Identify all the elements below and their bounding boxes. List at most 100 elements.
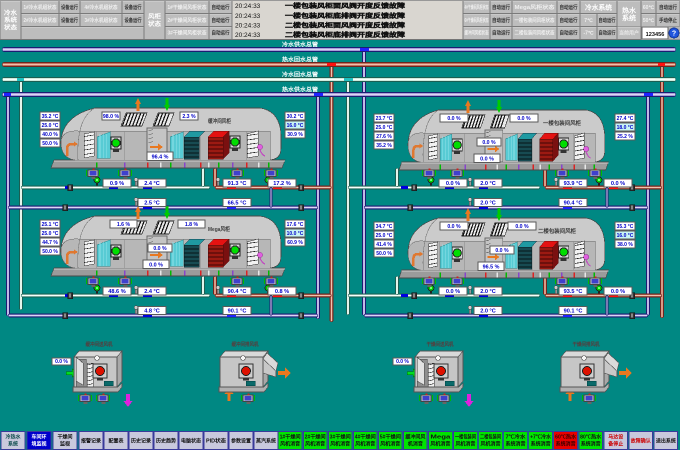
svg-text:123456: 123456 [646, 32, 665, 38]
svg-text:自动运行: 自动运行 [492, 4, 510, 11]
svg-text:手动停止: 手动停止 [659, 17, 677, 24]
svg-text:自动运行: 自动运行 [212, 30, 230, 37]
svg-text:一楼包装间: 一楼包装间 [455, 434, 476, 441]
svg-text:冷热水: 冷热水 [6, 434, 22, 441]
svg-text:16.0 °C: 16.0 °C [617, 233, 634, 239]
svg-text:98.0 %: 98.0 % [103, 114, 120, 120]
svg-text:状态: 状态 [148, 20, 161, 28]
svg-text:设备运行: 设备运行 [125, 4, 142, 11]
svg-text:缓冲间送风机: 缓冲间送风机 [86, 341, 113, 348]
svg-text:27.4 °C: 27.4 °C [617, 116, 634, 122]
svg-text:7℃冷水: 7℃冷水 [506, 434, 527, 441]
svg-text:系统: 系统 [622, 13, 637, 22]
svg-text:90.4 °C: 90.4 °C [228, 289, 247, 295]
svg-text:0.0 %: 0.0 % [480, 157, 494, 163]
svg-text:90.1 °C: 90.1 °C [228, 309, 247, 315]
svg-text:当前用户: 当前用户 [619, 30, 639, 37]
svg-text:二楼包装间风柜: 二楼包装间风柜 [538, 227, 576, 235]
svg-text:设备运行: 设备运行 [61, 17, 78, 24]
svg-text:系统消音: 系统消音 [531, 441, 551, 448]
svg-text:蒸汽系统: 蒸汽系统 [256, 437, 276, 444]
svg-text:备停止: 备停止 [607, 441, 623, 448]
svg-text:自动运行: 自动运行 [560, 4, 578, 11]
svg-text:0.0 %: 0.0 % [517, 116, 531, 122]
svg-text:2.0 °C: 2.0 °C [480, 309, 496, 315]
svg-text:0.0 %: 0.0 % [447, 116, 461, 122]
svg-text:27.6 %: 27.6 % [376, 134, 392, 140]
svg-text:缓冲间风: 缓冲间风 [405, 434, 425, 441]
svg-text:2#干燥间风柜状态: 2#干燥间风柜状态 [168, 17, 207, 24]
svg-text:境监视: 境监视 [32, 441, 47, 448]
svg-text:PID状态: PID状态 [206, 437, 226, 444]
svg-text:35.2 °C: 35.2 °C [42, 114, 59, 120]
svg-text:风机消音: 风机消音 [355, 441, 375, 448]
svg-text:2.4 °C: 2.4 °C [144, 289, 160, 295]
svg-text:冷水: 冷水 [4, 9, 18, 17]
svg-text:0.0 %: 0.0 % [55, 359, 68, 365]
svg-text:系统消音: 系统消音 [581, 441, 601, 448]
svg-text:0.0 %: 0.0 % [611, 289, 625, 295]
svg-text:2#干燥间: 2#干燥间 [305, 434, 326, 441]
svg-text:系统: 系统 [8, 441, 18, 448]
svg-text:3#冷水机组状态: 3#冷水机组状态 [85, 17, 118, 24]
svg-text:2.0 °C: 2.0 °C [480, 201, 496, 207]
svg-text:10.0 °C: 10.0 °C [287, 231, 304, 237]
svg-text:自动运行: 自动运行 [492, 30, 510, 37]
svg-text:?: ? [672, 31, 676, 38]
svg-text:历史记录: 历史记录 [131, 437, 151, 444]
svg-text:60.9 %: 60.9 % [287, 240, 303, 246]
svg-text:18.0 °C: 18.0 °C [617, 125, 634, 131]
svg-text:66.5 °C: 66.5 °C [228, 201, 247, 207]
svg-text:2.3 %: 2.3 % [182, 114, 196, 120]
svg-text:热水: 热水 [622, 5, 637, 14]
svg-text:40.0 %: 40.0 % [42, 132, 58, 138]
svg-text:93.5 °C: 93.5 °C [564, 289, 583, 295]
svg-text:干燥间: 干燥间 [58, 434, 73, 441]
svg-text:干燥间排风机: 干燥间排风机 [573, 341, 600, 348]
svg-text:0.8 %: 0.8 % [275, 289, 289, 295]
svg-text:自动运行: 自动运行 [599, 30, 616, 37]
svg-text:二楼包装风柜底排阀开度反馈故障: 二楼包装风柜底排阀开度反馈故障 [285, 31, 405, 39]
svg-text:50.0 %: 50.0 % [42, 249, 58, 255]
svg-text:0.0 %: 0.0 % [515, 224, 529, 230]
svg-text:4#干燥间风柜状态: 4#干燥间风柜状态 [465, 4, 489, 11]
svg-text:34.7 °C: 34.7 °C [376, 224, 393, 230]
svg-text:机消音: 机消音 [407, 441, 423, 448]
svg-text:2.0 °C: 2.0 °C [480, 181, 496, 187]
svg-text:25.0 °C: 25.0 °C [376, 233, 393, 239]
svg-text:Mega风柜状态: Mega风柜状态 [515, 4, 555, 11]
svg-text:1#干燥间风柜状态: 1#干燥间风柜状态 [168, 4, 207, 11]
svg-text:缓冲间风柜状态: 缓冲间风柜状态 [465, 30, 489, 37]
svg-text:设备运行: 设备运行 [61, 4, 78, 11]
svg-text:0.0 %: 0.0 % [482, 140, 496, 146]
svg-text:20:24:33: 20:24:33 [235, 22, 261, 29]
svg-text:状态: 状态 [4, 23, 17, 31]
svg-text:二楼包装间: 二楼包装间 [480, 434, 501, 441]
svg-text:0.0 %: 0.0 % [446, 289, 460, 295]
svg-text:2.5 °C: 2.5 °C [144, 201, 160, 207]
svg-text:30.2 °C: 30.2 °C [287, 114, 304, 120]
svg-text:3#干燥间风柜状态: 3#干燥间风柜状态 [168, 30, 207, 37]
svg-text:自动运行: 自动运行 [659, 4, 677, 11]
svg-text:历史趋势: 历史趋势 [156, 437, 176, 444]
svg-text:风机消音: 风机消音 [305, 441, 325, 448]
svg-text:50.0 %: 50.0 % [42, 141, 58, 147]
svg-text:Mega风柜: Mega风柜 [208, 225, 230, 233]
svg-text:4#冷水机组状态: 4#冷水机组状态 [85, 4, 118, 11]
svg-text:二楼包装风柜面风阀开度反馈故障: 二楼包装风柜面风阀开度反馈故障 [285, 21, 405, 29]
svg-text:0.0 %: 0.0 % [611, 181, 625, 187]
svg-text:60℃热水: 60℃热水 [555, 434, 577, 441]
svg-text:1.6 %: 1.6 % [117, 222, 131, 228]
svg-text:自动运行: 自动运行 [599, 17, 616, 24]
svg-text:35.2 %: 35.2 % [376, 143, 392, 149]
svg-text:退出系统: 退出系统 [656, 437, 676, 444]
svg-text:20:24:33: 20:24:33 [235, 32, 261, 39]
svg-text:25.1 °C: 25.1 °C [42, 222, 59, 228]
svg-text:Mega: Mega [430, 435, 450, 441]
svg-text:90.1 °C: 90.1 °C [564, 309, 583, 315]
svg-text:风机消音: 风机消音 [280, 441, 300, 448]
svg-text:自动运行: 自动运行 [212, 17, 230, 24]
svg-text:80℃热水: 80℃热水 [580, 434, 602, 441]
svg-text:-7℃: -7℃ [583, 30, 593, 37]
svg-text:系统消音: 系统消音 [556, 441, 576, 448]
